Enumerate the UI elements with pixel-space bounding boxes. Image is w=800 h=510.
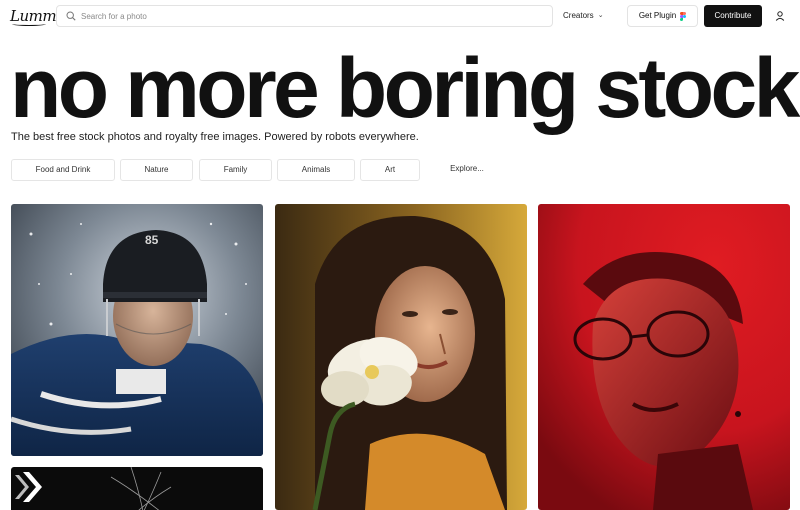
search-icon	[66, 11, 76, 21]
get-plugin-label: Get Plugin	[638, 11, 677, 20]
hockey-player-image: 85	[11, 204, 263, 456]
category-chip-family[interactable]: Family	[199, 159, 272, 181]
category-chip-animals[interactable]: Animals	[277, 159, 355, 181]
woman-with-flower-image	[275, 204, 527, 510]
search-input[interactable]	[81, 8, 541, 24]
hero-tagline: The best free stock photos and royalty f…	[11, 131, 419, 143]
creators-label: Creators	[563, 11, 594, 20]
top-nav: Lummi Creators ⌄ Get Plugin Contribute	[0, 0, 800, 32]
photo-card-hockey-player[interactable]: 85	[11, 204, 263, 456]
get-plugin-button[interactable]: Get Plugin	[627, 5, 698, 27]
lummi-logo[interactable]: Lummi	[10, 5, 61, 27]
hero-title: no more boring stock	[10, 41, 800, 135]
photo-card-dark-abstract[interactable]	[11, 467, 263, 510]
figma-icon	[680, 11, 687, 21]
photo-card-red-portrait[interactable]	[538, 204, 790, 510]
category-chip-art[interactable]: Art	[360, 159, 420, 181]
contribute-button[interactable]: Contribute	[704, 5, 762, 27]
user-icon	[775, 11, 785, 21]
category-chip-food-and-drink[interactable]: Food and Drink	[11, 159, 115, 181]
svg-text:85: 85	[145, 233, 159, 247]
dark-abstract-image	[11, 467, 263, 510]
account-button[interactable]	[770, 5, 790, 27]
red-portrait-image	[538, 204, 790, 510]
photo-card-woman-with-flower[interactable]	[275, 204, 527, 510]
explore-link[interactable]: Explore...	[437, 159, 497, 181]
chevron-down-icon: ⌄	[597, 12, 604, 19]
category-chip-nature[interactable]: Nature	[120, 159, 193, 181]
creators-dropdown[interactable]: Creators ⌄	[563, 7, 604, 25]
search-bar[interactable]	[56, 5, 553, 27]
logo-swash	[12, 22, 46, 26]
